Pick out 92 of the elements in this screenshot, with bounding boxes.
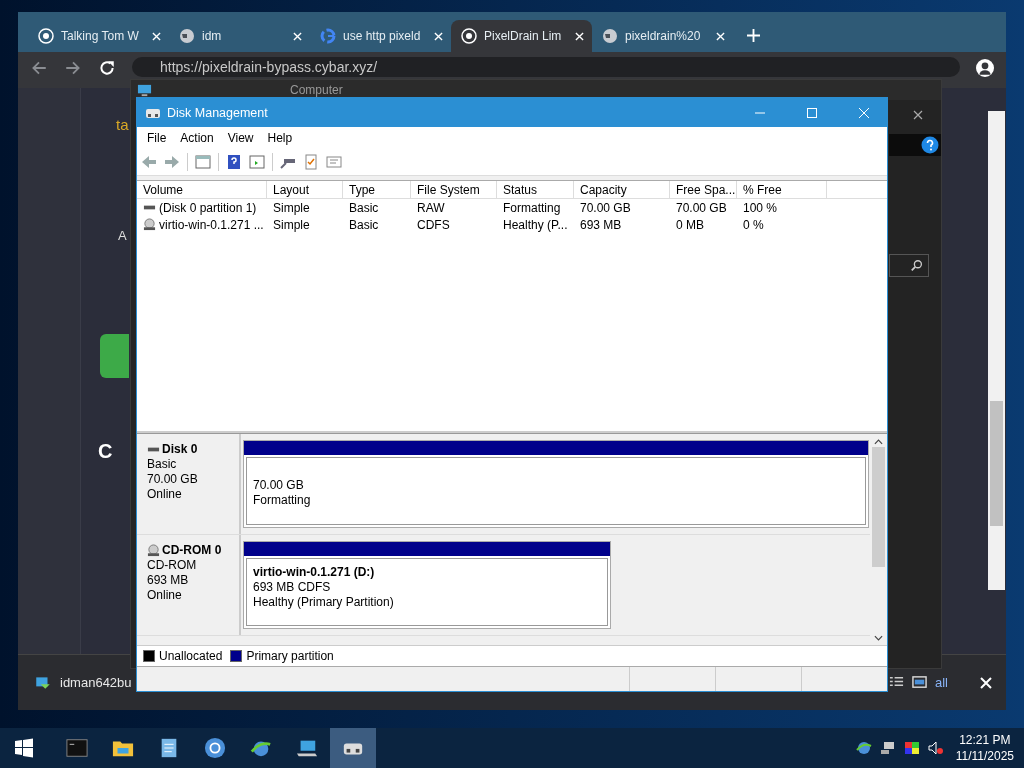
color-palette-icon[interactable] — [903, 740, 920, 756]
disk-name: CD-ROM 0 — [162, 543, 222, 558]
clock-time: 12:21 PM — [959, 732, 1011, 748]
partition-detail: 693 MB CDFS — [253, 580, 332, 595]
table-cell-text: Formatting — [502, 200, 562, 215]
windows-start-icon[interactable] — [14, 738, 34, 758]
window-icon[interactable] — [912, 675, 927, 690]
menu-item[interactable]: Help — [260, 131, 300, 145]
column-header[interactable]: File System — [411, 181, 497, 199]
column-header[interactable]: Volume — [137, 181, 267, 199]
scroll-down-icon[interactable] — [874, 635, 883, 641]
reload-icon[interactable] — [98, 59, 116, 77]
table-cell-text: 0 % — [742, 217, 765, 232]
window-title: Disk Management — [167, 105, 269, 120]
disk-name: Disk 0 — [162, 442, 198, 457]
new-tab-icon[interactable] — [747, 29, 760, 42]
menu-item[interactable]: Action — [173, 131, 221, 145]
table-cell-text: Basic — [348, 217, 380, 232]
legend-label: Unallocated — [159, 649, 223, 663]
show-all-link[interactable]: all — [935, 675, 948, 690]
section-heading: C — [98, 440, 113, 463]
window-title: Computer — [290, 83, 343, 97]
table-cell-text: 70.00 GB — [579, 200, 632, 215]
terminal-icon — [66, 737, 88, 759]
disk-info-panel[interactable]: CD-ROM 0 CD-ROM 693 MB Online — [137, 535, 241, 635]
partition-label: virtio-win-0.1.271 (D:) — [253, 565, 376, 580]
partition-block[interactable]: 70.00 GB Formatting — [243, 440, 869, 528]
column-header[interactable]: Free Spa... — [670, 181, 737, 199]
taskbar-app[interactable] — [330, 728, 376, 768]
table-cell: (Disk 0 partition 1) — [137, 200, 267, 215]
table-cell: virtio-win-0.1.271 ... — [137, 217, 267, 232]
partition-block[interactable]: virtio-win-0.1.271 (D:) 693 MB CDFS Healthy (Primary Partition) — [243, 541, 611, 629]
scrollbar-thumb[interactable] — [872, 447, 885, 567]
back-icon[interactable] — [30, 59, 48, 77]
download-filename[interactable]: idman642bu — [60, 675, 132, 690]
close-icon[interactable] — [913, 110, 923, 120]
monitor-icon — [137, 82, 152, 98]
help-icon[interactable] — [921, 136, 939, 154]
column-header[interactable]: % Free — [737, 181, 827, 199]
address-bar[interactable]: https://pixeldrain-bypass.cybar.xyz/ — [132, 57, 960, 77]
column-header[interactable]: Status — [497, 181, 574, 199]
disk-size: 693 MB — [147, 573, 190, 588]
checklist-icon[interactable] — [303, 154, 319, 170]
clock-date: 11/11/2025 — [955, 748, 1014, 764]
table-cell-text: 100 % — [742, 200, 779, 215]
disk-type: Basic — [147, 457, 178, 472]
page-link[interactable]: ta — [116, 116, 129, 133]
disk-info-panel[interactable]: Disk 0 Basic 70.00 GB Online — [137, 434, 241, 534]
scroll-up-icon[interactable] — [874, 439, 883, 445]
column-header[interactable]: Capacity — [574, 181, 670, 199]
field-label: A — [118, 228, 127, 243]
menu-item[interactable]: View — [220, 131, 261, 145]
table-cell-text: 0 MB — [675, 217, 705, 232]
maximize-icon[interactable] — [807, 107, 817, 118]
table-cell-text: Healthy (P... — [502, 217, 569, 232]
disk-type: CD-ROM — [147, 558, 198, 573]
browser-tab[interactable]: pixeldrain%20 — [592, 20, 733, 52]
clock[interactable]: 12:21 PM 11/11/2025 — [955, 732, 1014, 764]
partition-detail: 70.00 GB — [253, 478, 305, 493]
menu-item[interactable]: File — [140, 131, 174, 145]
table-cell-text: Simple — [272, 217, 311, 232]
panel-icon[interactable] — [249, 154, 265, 170]
help-icon[interactable] — [226, 154, 242, 170]
disk-size: 70.00 GB — [147, 472, 199, 487]
speaker-muted-icon[interactable] — [927, 740, 944, 756]
disk-status: Online — [147, 588, 183, 603]
partition-detail: Formatting — [253, 493, 312, 508]
search-field[interactable] — [889, 254, 929, 277]
table-cell-text: Basic — [348, 200, 380, 215]
browser-tab[interactable]: Talking Tom W — [28, 20, 169, 52]
forward-icon[interactable] — [64, 59, 82, 77]
column-header[interactable]: Type — [343, 181, 411, 199]
scrollbar[interactable] — [988, 111, 1005, 590]
table-cell-text: 693 MB — [579, 217, 623, 232]
profile-icon[interactable] — [976, 59, 994, 77]
search-icon — [910, 258, 924, 273]
disc-icon — [143, 218, 156, 231]
table-cell-text: CDFS — [416, 217, 451, 232]
table-cell-text: RAW — [416, 200, 446, 215]
computer-network-icon[interactable] — [879, 740, 896, 756]
table-cell-text: 70.00 GB — [675, 200, 728, 215]
disk-status: Online — [147, 487, 183, 502]
browser-tab[interactable]: PixelDrain Lim — [451, 20, 592, 52]
browser-tab[interactable]: idm — [169, 20, 310, 52]
table-cell-text: Simple — [272, 200, 311, 215]
legend-label: Primary partition — [246, 649, 334, 663]
network-icon[interactable] — [855, 740, 872, 756]
browser-tab[interactable]: use http pixeld — [310, 20, 451, 52]
browser-icon — [204, 737, 226, 759]
partition-detail: Healthy (Primary Partition) — [253, 595, 395, 610]
disc-icon — [147, 544, 160, 557]
column-header[interactable]: Layout — [267, 181, 343, 199]
